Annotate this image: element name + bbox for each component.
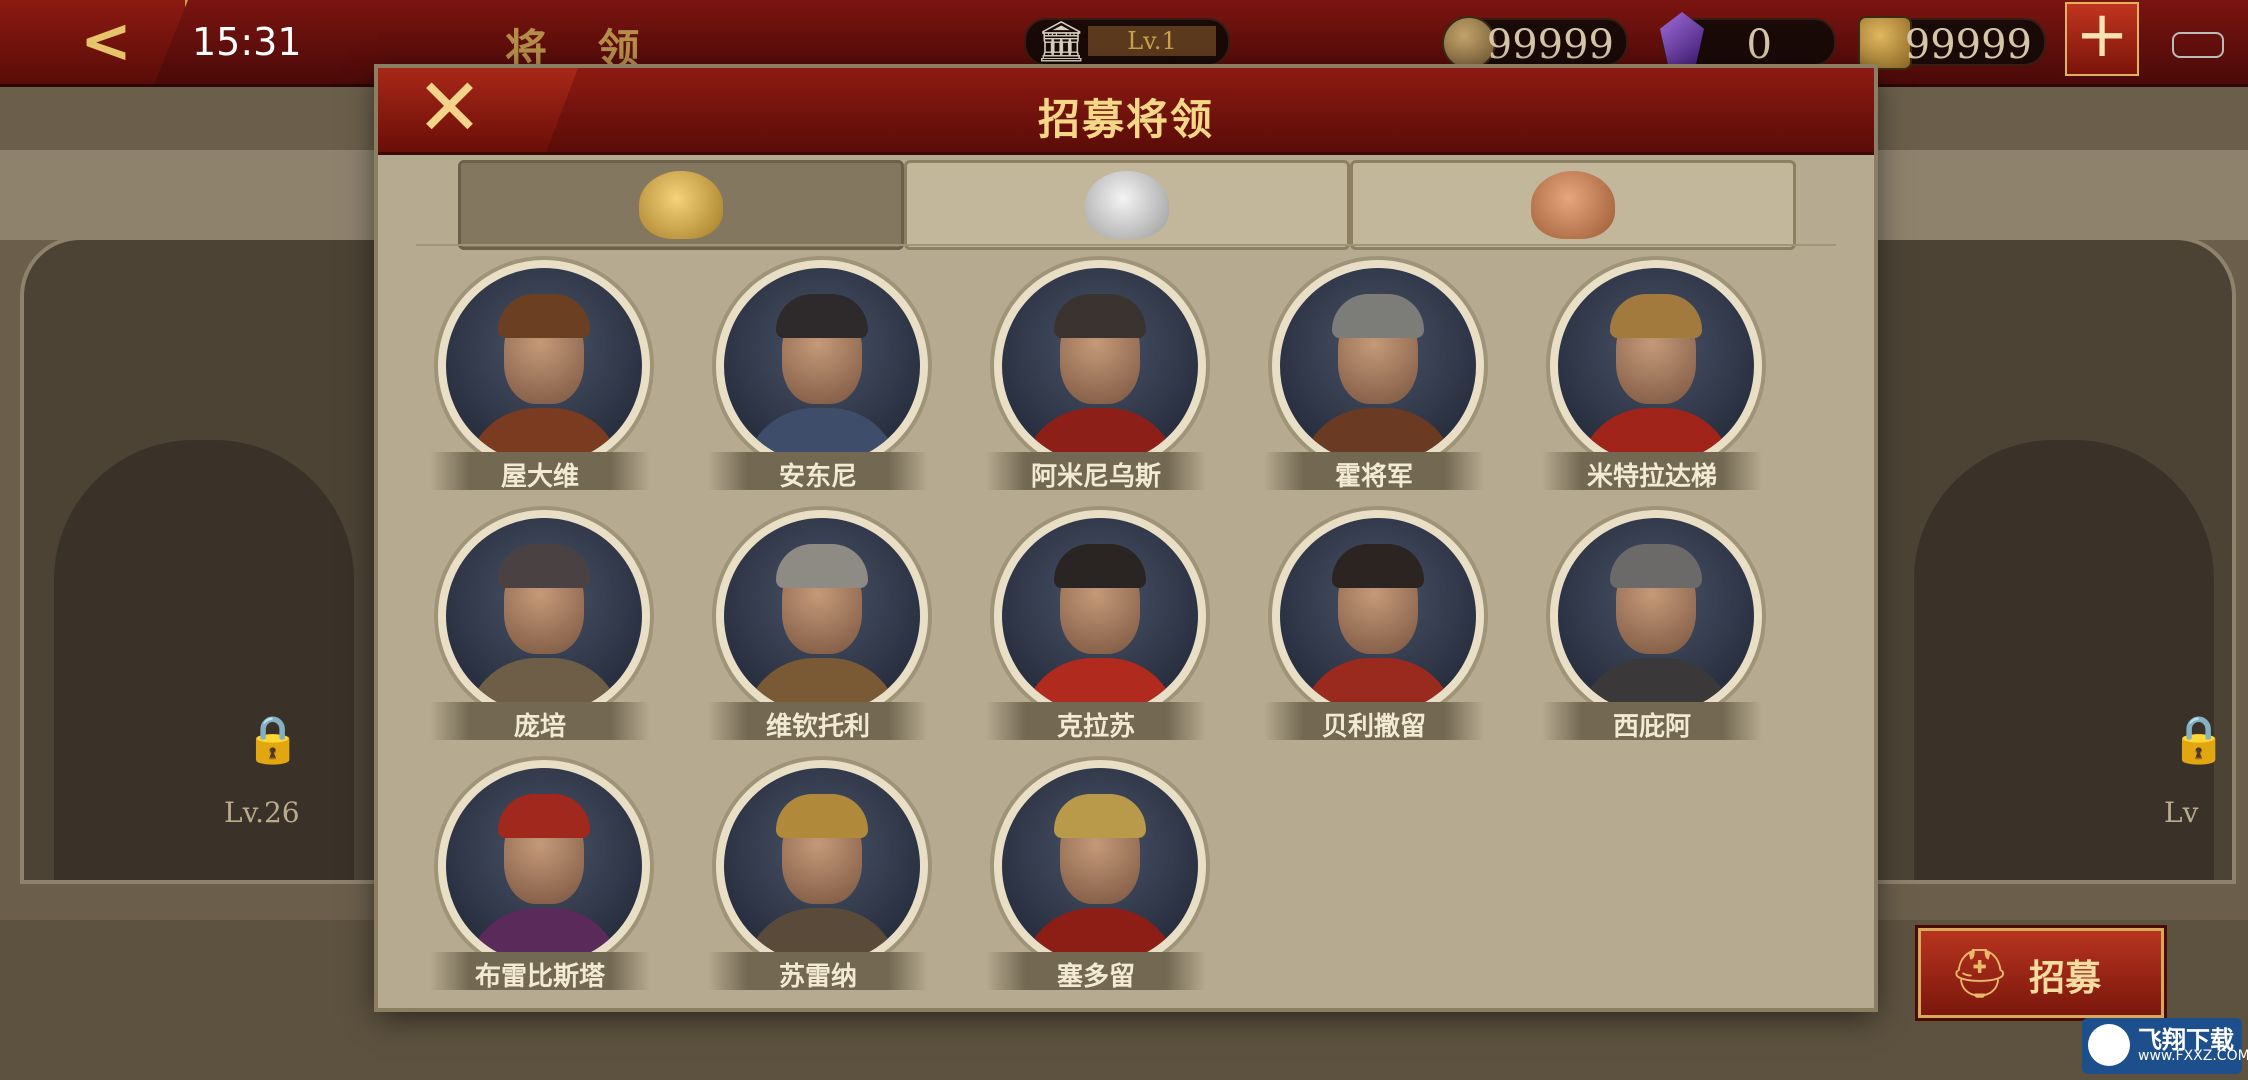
gems-value: 0 — [1746, 22, 1772, 68]
general-hair — [498, 794, 590, 838]
general-card[interactable]: 西庇阿 — [1542, 506, 1766, 742]
general-portrait — [1280, 518, 1476, 714]
tab-silver-tier[interactable] — [904, 160, 1350, 250]
spqr-tokens-counter[interactable]: 99999 — [1858, 16, 2046, 70]
general-hair — [776, 544, 868, 588]
level-indicator[interactable]: 🏛 Lv.1 — [1024, 18, 1230, 66]
back-arrow-icon: < — [80, 4, 132, 77]
general-portrait — [1002, 268, 1198, 464]
background-general-slot-right: 🔒 Lv — [1870, 236, 2236, 884]
general-hair — [1054, 544, 1146, 588]
silver-helmet-emblem-icon — [1085, 171, 1169, 239]
general-name: 阿米尼乌斯 — [1030, 462, 1161, 492]
general-hair — [1332, 544, 1424, 588]
general-portrait — [1280, 268, 1476, 464]
general-card[interactable]: 苏雷纳 — [708, 756, 932, 992]
general-portrait — [446, 768, 642, 964]
general-name: 米特拉达梯 — [1586, 462, 1717, 492]
general-card[interactable]: 庞培 — [430, 506, 654, 742]
add-currency-button[interactable]: + — [2065, 2, 2139, 76]
dialog-title: 招募将领 — [1037, 95, 1214, 144]
general-portrait — [1002, 768, 1198, 964]
general-portrait — [446, 518, 642, 714]
general-card[interactable]: 克拉苏 — [986, 506, 1210, 742]
general-hair — [776, 794, 868, 838]
locked-general-silhouette — [54, 440, 354, 880]
gold-coins-value: 99999 — [1486, 22, 1614, 68]
general-name: 霍将军 — [1334, 462, 1413, 492]
general-card[interactable]: 塞多留 — [986, 756, 1210, 992]
general-hair — [498, 294, 590, 338]
general-hair — [1610, 544, 1702, 588]
divider — [416, 244, 1836, 246]
watermark-line2: www.FXXZ.COM — [2138, 1048, 2248, 1064]
dialog-header: ✕ 招募将领 — [378, 68, 1874, 155]
general-card[interactable]: 霍将军 — [1264, 256, 1488, 492]
level-label: Lv.1 — [1088, 26, 1216, 56]
general-card[interactable]: 安东尼 — [708, 256, 932, 492]
watermark-logo — [2088, 1024, 2130, 1066]
site-watermark: 飞翔下载 www.FXXZ.COM — [2082, 1018, 2248, 1074]
back-button[interactable]: < — [0, 0, 188, 84]
gold-coins-counter[interactable]: 99999 — [1442, 16, 1628, 70]
battery-icon — [2172, 32, 2224, 58]
general-name: 安东尼 — [778, 462, 857, 492]
general-hair — [498, 544, 590, 588]
recruit-generals-dialog: ✕ 招募将领 屋大维 安东尼 阿米尼乌斯 霍将军 米特拉达梯庞培 维钦托利 克拉苏 贝利撒留 西… — [378, 68, 1874, 1008]
general-portrait — [724, 518, 920, 714]
general-hair — [1332, 294, 1424, 338]
general-card[interactable]: 阿米尼乌斯 — [986, 256, 1210, 492]
general-name: 克拉苏 — [1056, 712, 1135, 742]
status-time: 15:31 — [192, 20, 302, 64]
lock-icon: 🔒 — [2170, 712, 2228, 766]
general-portrait — [1558, 268, 1754, 464]
recruit-button-label: 招募 — [2029, 957, 2102, 999]
spqr-tokens-value: 99999 — [1904, 22, 2032, 68]
general-name: 庞培 — [513, 712, 566, 742]
background-general-slot-left: 🔒 Lv.26 — [20, 236, 388, 884]
general-card[interactable]: 米特拉达梯 — [1542, 256, 1766, 492]
general-card[interactable]: 贝利撒留 — [1264, 506, 1488, 742]
general-card[interactable]: 布雷比斯塔 — [430, 756, 654, 992]
unlock-level-label: Lv.26 — [224, 796, 300, 829]
general-name: 苏雷纳 — [778, 962, 857, 992]
general-name: 布雷比斯塔 — [474, 962, 605, 992]
unlock-level-label: Lv — [2164, 796, 2199, 829]
general-card[interactable]: 屋大维 — [430, 256, 654, 492]
lock-icon: 🔒 — [244, 712, 302, 766]
general-name: 维钦托利 — [765, 712, 870, 742]
general-hair — [1054, 794, 1146, 838]
gold-helmet-emblem-icon — [639, 171, 723, 239]
general-name: 屋大维 — [500, 462, 579, 492]
general-name: 西庇阿 — [1612, 712, 1691, 742]
gems-counter[interactable]: 0 — [1660, 12, 1836, 68]
general-name: 塞多留 — [1056, 962, 1135, 992]
recruit-helmet-icon: ⛑ — [1949, 946, 2010, 1002]
general-portrait — [724, 768, 920, 964]
general-portrait — [724, 268, 920, 464]
tier-tabs — [458, 160, 1796, 250]
tab-gold-tier[interactable] — [458, 160, 904, 250]
general-hair — [1054, 294, 1146, 338]
general-name: 贝利撒留 — [1321, 712, 1426, 742]
gem-icon — [1660, 12, 1704, 68]
general-card[interactable]: 维钦托利 — [708, 506, 932, 742]
general-portrait — [446, 268, 642, 464]
general-hair — [1610, 294, 1702, 338]
tab-bronze-tier[interactable] — [1350, 160, 1796, 250]
bronze-helmet-emblem-icon — [1531, 171, 1615, 239]
general-portrait — [1002, 518, 1198, 714]
general-portrait — [1558, 518, 1754, 714]
general-hair — [776, 294, 868, 338]
temple-icon: 🏛 — [1036, 19, 1087, 65]
recruit-button[interactable]: ⛑ 招募 — [1918, 928, 2164, 1018]
